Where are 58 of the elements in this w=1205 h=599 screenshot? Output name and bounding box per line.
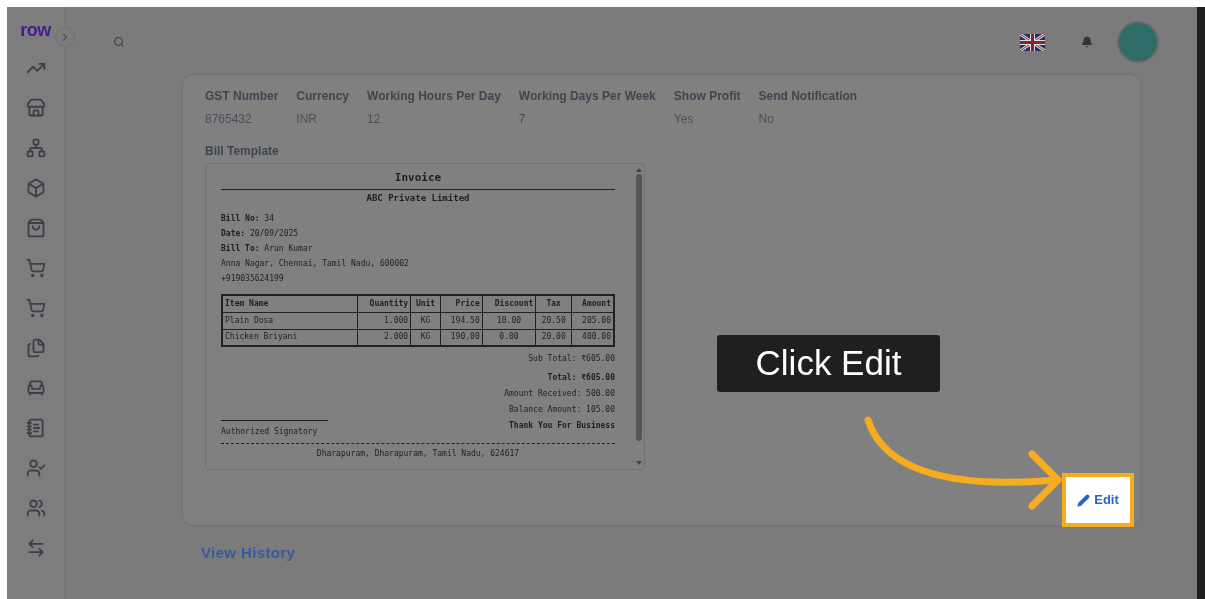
view-history-link[interactable]: View History [201,544,296,561]
bag-icon[interactable] [25,218,46,238]
table-cell: 194.50 [440,312,483,329]
table-cell: 10.00 [482,312,536,329]
field-label: Working Days Per Week [518,88,656,105]
documents-icon[interactable] [25,338,46,358]
thanks-note: Thank You For Business [509,420,615,432]
table-cell: 1.000 [357,312,411,329]
logo[interactable]: row [20,21,51,39]
edit-button[interactable]: Edit [1062,473,1134,527]
flag-icon[interactable] [1020,33,1045,51]
user-check-icon[interactable] [25,458,46,478]
table-cell: 20.50 [535,312,572,329]
total-line: Total: ₹605.00 [547,372,615,384]
cart-icon[interactable] [25,298,46,318]
users-icon[interactable] [25,498,46,518]
search-icon[interactable] [113,36,125,48]
field-label: Working Hours Per Day [367,88,501,105]
section-label: Bill Template [205,143,280,160]
total-line: Balance Amount: 105.00 [509,404,615,416]
invoice-title: Invoice [221,170,615,190]
column-header: Tax [535,295,572,312]
field-label: Send Notification [758,88,858,105]
column-header: Unit [410,295,441,312]
dining-icon[interactable] [25,378,46,398]
table-cell: Plain Dosa [222,312,357,329]
box-icon[interactable] [25,178,46,198]
address-line: Anna Nagar, Chennai, Tamil Nadu, 600002 [221,258,410,270]
expand-button[interactable] [55,27,75,47]
scroll-up-icon [636,168,642,172]
scroll-down-icon [636,461,642,465]
scrollbar-thumb[interactable] [636,174,642,441]
tooltip: Click Edit [717,335,940,392]
column-header: Quantity [357,295,411,312]
pencil-icon [1077,493,1091,507]
invoice-detail: Date: 20/09/2025 [221,228,300,240]
field-label: GST Number [205,88,279,105]
signatory-line: Authorized Signatory [221,420,328,438]
table-cell: Chicken Briyani [222,329,357,346]
store-icon[interactable] [25,98,46,118]
avatar[interactable] [1117,21,1159,63]
hierarchy-icon[interactable] [25,138,46,158]
column-header: Price [440,295,483,312]
invoice-detail: Bill No: 34 [221,213,275,225]
address-line: +919035624199 [221,273,285,285]
cart-icon[interactable] [25,258,46,278]
total-line: Amount Received: 500.00 [504,388,615,400]
company-name: ABC Private Limited [365,191,471,205]
column-header: Item Name [222,295,357,312]
list-icon[interactable] [25,418,46,438]
field-label: Show Profit [673,88,741,105]
bell-icon[interactable] [1081,36,1093,48]
invoice-detail: Bill To: Arun Kumar [221,243,314,255]
field-label: Currency [296,88,350,105]
total-line: Sub Total: ₹605.00 [528,353,615,365]
column-header: Discount [482,295,536,312]
table-cell: KG [410,312,441,329]
footer-address: Dharapuram, Dharapuram, Tamil Nadu, 624617 [221,443,615,460]
